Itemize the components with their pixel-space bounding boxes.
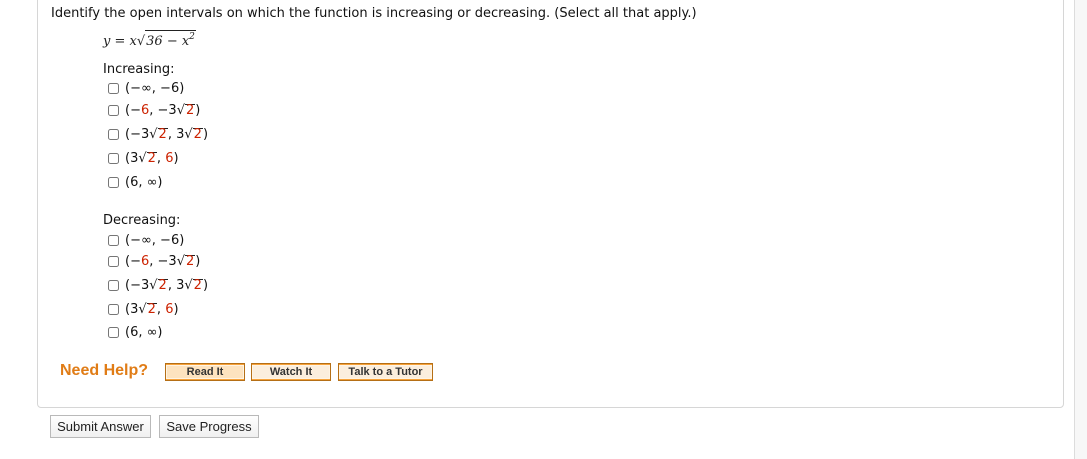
read-it-face: Read It [166, 365, 244, 379]
decreasing-option-4[interactable]: (3 √ 2, 6) [108, 300, 179, 318]
increasing-option-5[interactable]: (6, ∞) [108, 173, 163, 191]
decreasing-checkbox-3[interactable] [108, 279, 119, 291]
read-it-label: Read It [186, 366, 224, 378]
watch-it-face: Watch It [252, 365, 330, 379]
radicand: 2 [157, 277, 168, 293]
radicand: 2 [146, 301, 157, 317]
radicand: 2 [192, 277, 203, 293]
talk-to-tutor-label: Talk to a Tutor [348, 366, 423, 378]
watch-it-button[interactable]: Watch It [251, 363, 331, 381]
increasing-checkbox-1[interactable] [108, 82, 119, 94]
submit-answer-button[interactable]: Submit Answer [50, 415, 151, 438]
increasing-label: Increasing: [103, 62, 175, 77]
interval-text: ) [202, 126, 209, 142]
interval-text: (3 [125, 150, 139, 166]
scroll-track [1075, 0, 1087, 459]
interval-text: (6, ∞) [125, 174, 163, 190]
decreasing-checkbox-1[interactable] [108, 234, 119, 246]
decreasing-checkbox-4[interactable] [108, 303, 119, 315]
radicand: 2 [157, 126, 168, 142]
radicand: 2 [184, 253, 196, 269]
increasing-checkbox-2[interactable] [108, 104, 119, 116]
interval-text: ) [195, 102, 201, 118]
decreasing-option-2[interactable]: (−6, −3 √ 2) [108, 252, 200, 270]
question-card [37, 0, 1064, 408]
interval-text: ) [195, 253, 201, 269]
interval-text: , 6) [156, 301, 179, 317]
interval-text: (−∞, −6) [125, 232, 185, 248]
radical-sign: √ [138, 150, 147, 166]
question-prompt: Identify the open intervals on which the… [51, 6, 697, 21]
interval-text: (−3 [125, 126, 150, 142]
watch-it-label: Watch It [269, 366, 313, 378]
formula-exponent: 2 [189, 32, 195, 42]
radical-sign: √ [149, 277, 158, 293]
decreasing-option-5[interactable]: (6, ∞) [108, 323, 163, 341]
increasing-option-2[interactable]: (−6, −3 √ 2) [108, 101, 200, 119]
decreasing-option-1[interactable]: (−∞, −6) [108, 231, 184, 249]
radical-sign: √ [176, 253, 185, 269]
radical-sign: √ [136, 34, 146, 49]
radicand: 2 [184, 102, 196, 118]
radical-sign: √ [184, 126, 193, 142]
radical-sign: √ [184, 277, 193, 293]
interval-text: , 3 [167, 277, 185, 293]
decreasing-option-3[interactable]: (−3 √ 2, 3 √ 2) [108, 276, 208, 294]
increasing-option-3[interactable]: (−3 √ 2, 3 √ 2) [108, 125, 208, 143]
talk-to-tutor-face: Talk to a Tutor [339, 365, 432, 379]
radical-sign: √ [149, 126, 158, 142]
interval-text: , 6) [156, 150, 179, 166]
interval-text: (−∞, −6) [125, 80, 185, 96]
interval-text: (−3 [125, 277, 150, 293]
decreasing-checkbox-5[interactable] [108, 326, 119, 338]
increasing-checkbox-4[interactable] [108, 152, 119, 164]
decreasing-checkbox-2[interactable] [108, 255, 119, 267]
save-progress-button[interactable]: Save Progress [159, 415, 259, 438]
radical-sign: √ [176, 102, 185, 118]
interval-text: , 3 [167, 126, 185, 142]
increasing-option-4[interactable]: (3 √ 2, 6) [108, 149, 179, 167]
read-it-button[interactable]: Read It [165, 363, 245, 381]
radical-sign: √ [138, 301, 147, 317]
increasing-checkbox-3[interactable] [108, 128, 119, 140]
formula-lhs: y = x [103, 34, 137, 49]
interval-text: (3 [125, 301, 139, 317]
function-formula: y = x√36 − x2 [103, 30, 196, 49]
radicand: 2 [146, 150, 157, 166]
increasing-checkbox-5[interactable] [108, 176, 119, 188]
talk-to-tutor-button[interactable]: Talk to a Tutor [338, 363, 433, 381]
interval-text: (6, ∞) [125, 324, 163, 340]
interval-text: (−6, −3 [125, 102, 177, 118]
increasing-option-1[interactable]: (−∞, −6) [108, 79, 184, 97]
interval-text: (−6, −3 [125, 253, 177, 269]
need-help-label: Need Help? [60, 362, 149, 379]
interval-text: ) [202, 277, 209, 293]
formula-radicand: 36 − x2 [145, 30, 196, 49]
radicand: 2 [192, 126, 203, 142]
decreasing-label: Decreasing: [103, 213, 181, 228]
